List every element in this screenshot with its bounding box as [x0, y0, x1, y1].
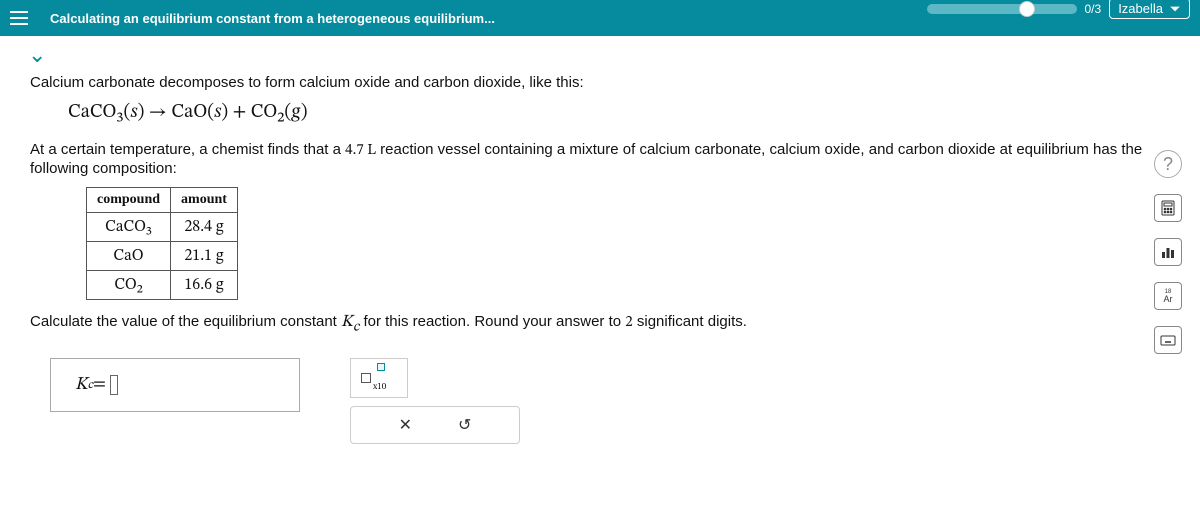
chevron-down-icon	[1169, 3, 1181, 15]
user-name: Izabella	[1118, 1, 1163, 16]
app-header: Calculating an equilibrium constant from…	[0, 0, 1200, 36]
chevron-down-icon[interactable]: ⌄	[28, 42, 46, 67]
cell-compound: CaCO₃	[87, 213, 171, 242]
table-header-row: compound amount	[87, 188, 238, 213]
user-menu[interactable]: Izabella	[1109, 0, 1190, 19]
problem-content: Calcium carbonate decomposes to form cal…	[0, 68, 1200, 444]
cell-amount: 16.6 g	[171, 271, 238, 300]
tool-panel: x10 ✕ ↺	[350, 358, 520, 444]
side-toolbar: ? 18Ar	[1154, 150, 1182, 354]
problem-intro: Calcium carbonate decomposes to form cal…	[30, 74, 1170, 91]
composition-table: compound amount CaCO₃ 28.4 g CaO 21.1 g …	[86, 187, 238, 300]
progress-bar[interactable]	[927, 4, 1077, 14]
bar-chart-icon[interactable]	[1154, 238, 1182, 266]
table-row: CO₂ 16.6 g	[87, 271, 238, 300]
header-compound: compound	[87, 188, 171, 213]
answer-input[interactable]: Kc =	[50, 358, 300, 412]
table-row: CaO 21.1 g	[87, 242, 238, 271]
exponent-box-icon	[377, 363, 385, 371]
menu-icon[interactable]	[10, 5, 36, 31]
table-row: CaCO₃ 28.4 g	[87, 213, 238, 242]
keyboard-icon[interactable]	[1154, 326, 1182, 354]
reset-button[interactable]: ↺	[458, 415, 471, 435]
problem-setup: At a certain temperature, a chemist find…	[30, 141, 1170, 177]
cell-amount: 28.4 g	[171, 213, 238, 242]
clear-button[interactable]: ✕	[399, 415, 412, 435]
action-bar: ✕ ↺	[350, 406, 520, 444]
scientific-notation-button[interactable]: x10	[350, 358, 408, 398]
input-cursor	[110, 375, 118, 395]
cell-compound: CaO	[87, 242, 171, 271]
progress-knob	[1019, 1, 1035, 17]
chemical-equation: CaCO₃(𝑠) → CaO(𝑠) + CO₂(𝑔)	[68, 101, 1170, 125]
header-right: 0/3 Izabella	[927, 4, 1191, 19]
page-title: Calculating an equilibrium constant from…	[50, 11, 495, 26]
problem-question: Calculate the value of the equilibrium c…	[30, 312, 1170, 336]
help-icon[interactable]: ?	[1154, 150, 1182, 178]
answer-row: Kc = x10 ✕ ↺	[50, 358, 1170, 444]
collapse-section: ⌄	[0, 36, 1200, 68]
header-amount: amount	[171, 188, 238, 213]
cell-amount: 21.1 g	[171, 242, 238, 271]
calculator-icon[interactable]	[1154, 194, 1182, 222]
periodic-table-icon[interactable]: 18Ar	[1154, 282, 1182, 310]
cell-compound: CO₂	[87, 271, 171, 300]
progress-count: 0/3	[1085, 2, 1102, 16]
placeholder-box-icon	[361, 373, 371, 383]
